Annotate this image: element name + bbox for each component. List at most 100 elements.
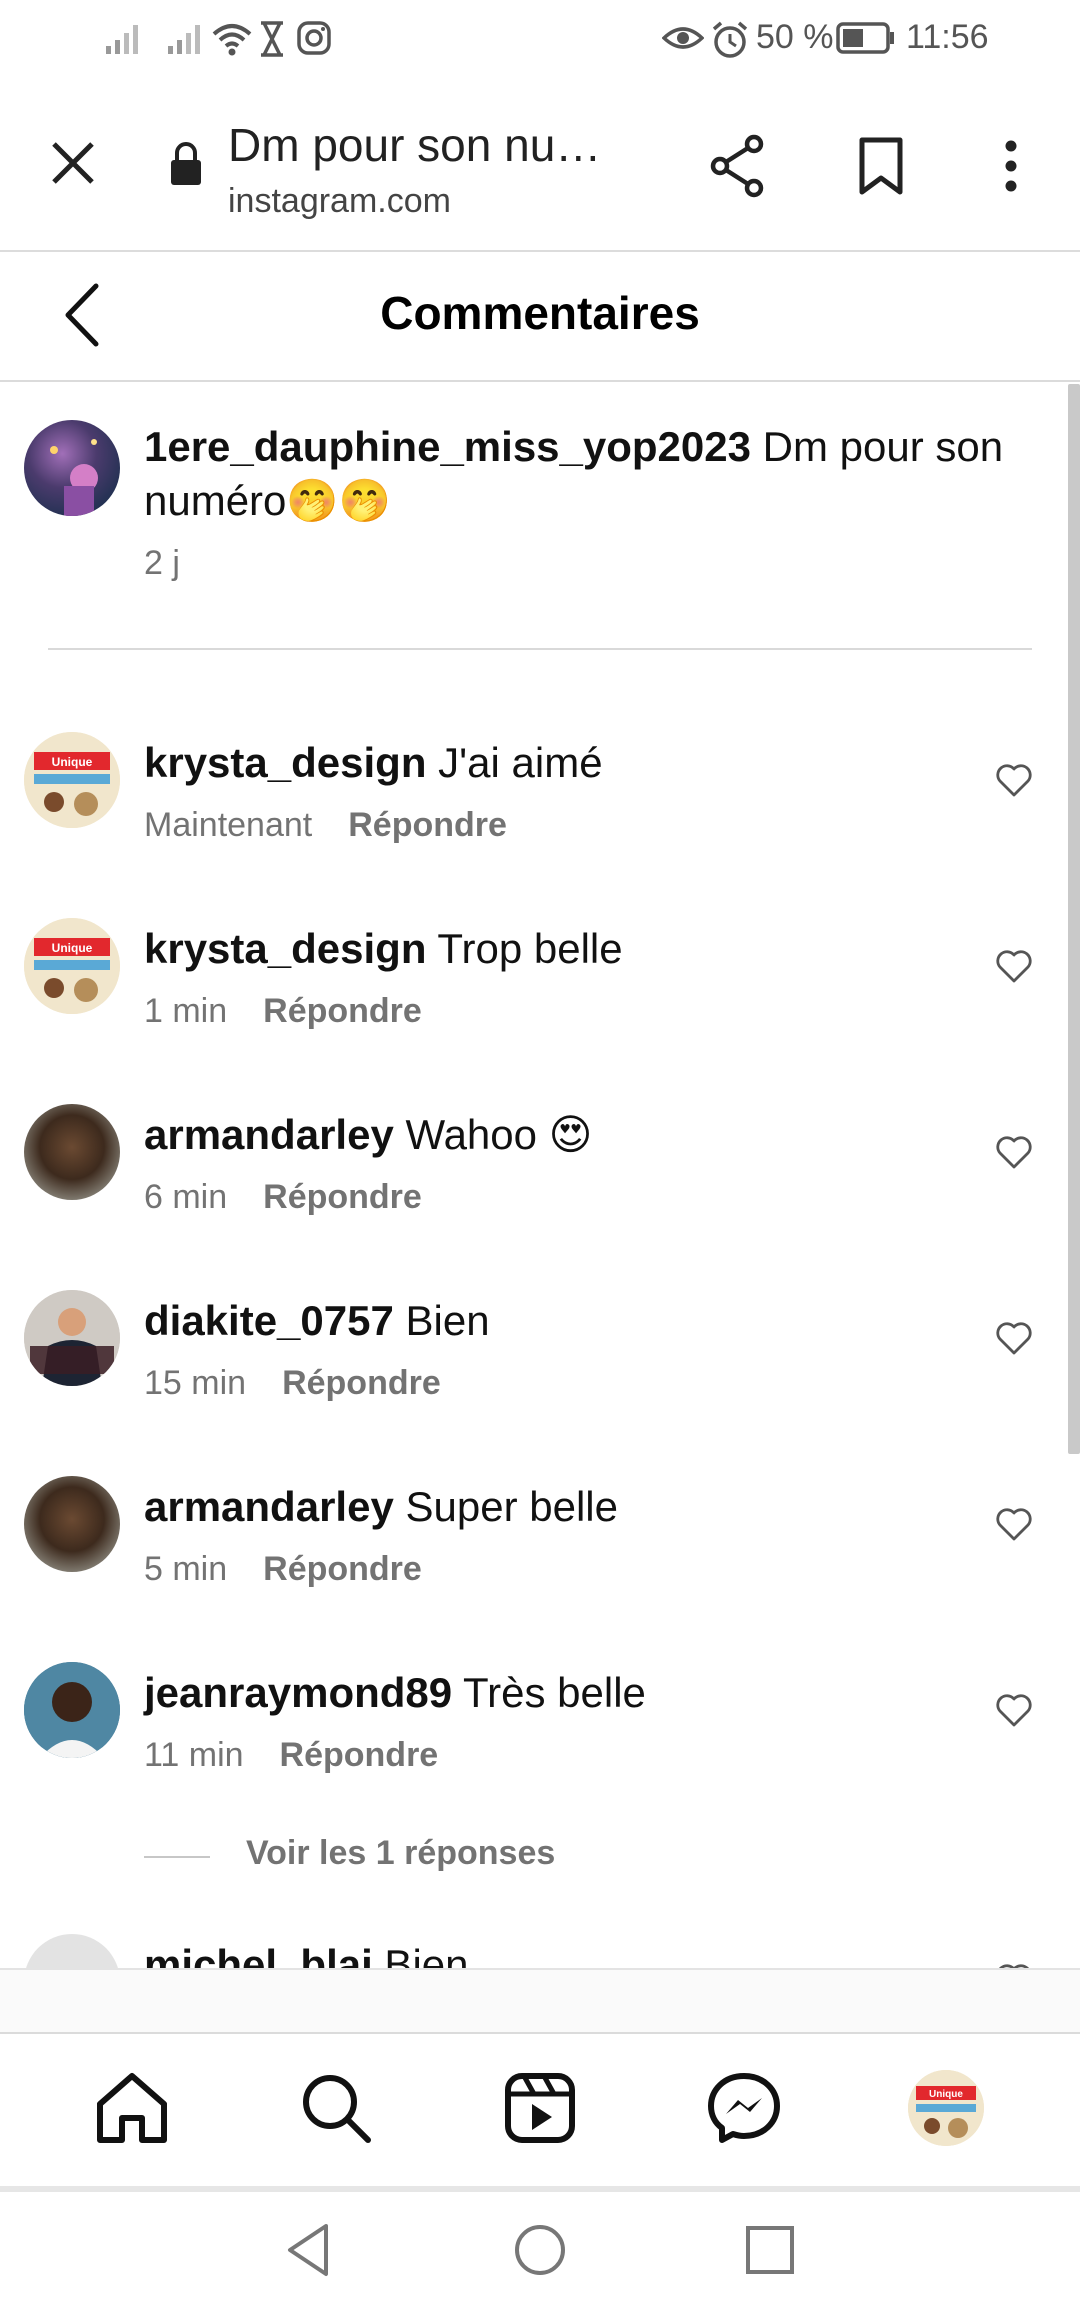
page-heading: Commentaires (380, 287, 700, 339)
signal-icon (106, 25, 138, 54)
reply-button[interactable]: Répondre (263, 1178, 422, 1216)
eye-icon (662, 27, 704, 49)
comment-row: Unique krysta_design Trop belle 1 min Rép… (0, 906, 1060, 1056)
comment-input-area (0, 1968, 1080, 2034)
comment-text: krysta_design Trop belle (144, 922, 944, 976)
comment-body: Bien (372, 1941, 469, 1968)
avatar[interactable] (24, 1476, 120, 1572)
comment-row: armandarley Wahoo 😍 6 min Répondre (0, 1092, 1060, 1242)
comment-text: armandarley Wahoo 😍 (144, 1108, 944, 1162)
comment-timestamp: Maintenant (144, 806, 313, 844)
system-navigation-bar (0, 2186, 1080, 2318)
username-link[interactable]: diakite_0757 (144, 1297, 394, 1344)
avatar[interactable] (24, 1290, 120, 1386)
home-icon[interactable] (92, 2068, 172, 2148)
avatar-badge: Unique (52, 941, 93, 955)
comment-body: Super belle (393, 1483, 618, 1530)
avatar[interactable] (24, 1662, 120, 1758)
username-link[interactable]: armandarley (144, 1111, 394, 1158)
browser-toolbar: Dm pour son nu… instagram.com (0, 82, 1080, 252)
comment-body: Trop belle (426, 925, 623, 972)
more-icon[interactable] (1000, 138, 1022, 194)
view-replies-label: Voir les 1 réponses (246, 1834, 556, 1872)
comment-body: Très belle (452, 1669, 646, 1716)
avatar[interactable]: Unique (24, 732, 120, 828)
heart-icon[interactable] (994, 1690, 1034, 1730)
comment-meta: 5 min Répondre (144, 1550, 422, 1589)
close-icon[interactable] (50, 140, 96, 186)
comment-row: jeanraymond89 Très belle 11 min Répondre (0, 1650, 1060, 1800)
reply-button[interactable]: Répondre (263, 1550, 422, 1588)
username-link[interactable]: jeanraymond89 (144, 1669, 452, 1716)
bottom-nav: Unique (0, 2032, 1080, 2184)
comment-body: Bien (393, 1297, 490, 1344)
comment-timestamp: 15 min (144, 1364, 247, 1402)
avatar-badge: Unique (929, 2089, 963, 2100)
heart-icon[interactable] (994, 1318, 1034, 1358)
username-link[interactable]: michel_blai (144, 1941, 373, 1968)
username-link[interactable]: krysta_design (144, 925, 426, 972)
heart-icon[interactable] (994, 760, 1034, 800)
view-replies-button[interactable]: Voir les 1 réponses (144, 1832, 744, 1882)
signal-icon (168, 25, 200, 54)
username-link[interactable]: krysta_design (144, 739, 426, 786)
comment-timestamp: 11 min (144, 1736, 244, 1774)
comment-text: diakite_0757 Bien (144, 1294, 944, 1348)
divider (144, 1856, 210, 1858)
avatar[interactable]: Unique (24, 918, 120, 1014)
recent-apps-icon[interactable] (744, 2224, 796, 2276)
comment-text: armandarley Super belle (144, 1480, 944, 1534)
messenger-icon[interactable] (704, 2068, 784, 2148)
heart-icon[interactable] (994, 1504, 1034, 1544)
reply-button[interactable]: Répondre (280, 1736, 439, 1774)
comment-meta: 6 min Répondre (144, 1178, 422, 1217)
comment-text: jeanraymond89 Très belle (144, 1666, 944, 1720)
comments-header: Commentaires (0, 252, 1080, 382)
profile-avatar[interactable]: Unique (908, 2070, 984, 2146)
reply-button[interactable]: Répondre (282, 1364, 441, 1402)
reply-button[interactable]: Répondre (348, 806, 507, 844)
username-link[interactable]: armandarley (144, 1483, 394, 1530)
comment-text: krysta_design J'ai aimé (144, 736, 944, 790)
bookmark-icon[interactable] (858, 136, 904, 196)
username-link[interactable]: 1ere_dauphine_miss_yop2023 (144, 423, 751, 470)
reply-button[interactable]: Répondre (263, 992, 422, 1030)
comment-body: Wahoo 😍 (393, 1111, 593, 1158)
instagram-icon (297, 21, 331, 55)
avatar[interactable] (24, 1104, 120, 1200)
comment-row: Unique krysta_design J'ai aimé Maintenan… (0, 720, 1060, 870)
divider (48, 648, 1032, 650)
home-circle-icon[interactable] (512, 2222, 568, 2278)
avatar[interactable] (24, 1934, 120, 1968)
avatar[interactable] (24, 420, 120, 516)
comment-timestamp: 6 min (144, 1178, 228, 1216)
hourglass-icon (261, 21, 283, 57)
reels-icon[interactable] (500, 2068, 580, 2148)
comment-row: diakite_0757 Bien 15 min Répondre (0, 1278, 1060, 1428)
back-triangle-icon[interactable] (284, 2222, 332, 2278)
share-icon[interactable] (708, 134, 768, 198)
wifi-icon (212, 24, 252, 56)
comment-timestamp: 2 j (144, 544, 180, 582)
comment-meta: Maintenant Répondre (144, 806, 507, 845)
heart-icon[interactable] (994, 1132, 1034, 1172)
status-bar: 50 % 11:56 (0, 0, 1080, 82)
battery-icon (836, 22, 894, 54)
comment-row: armandarley Super belle 5 min Répondre (0, 1464, 1060, 1614)
comment-text: michel_blai Bien (144, 1938, 944, 1968)
page-url[interactable]: instagram.com (228, 182, 451, 221)
page-title[interactable]: Dm pour son nu… (228, 118, 648, 172)
scrollbar[interactable] (1068, 384, 1080, 1454)
comment-meta: 15 min Répondre (144, 1364, 441, 1403)
comment-body: J'ai aimé (426, 739, 603, 786)
heart-icon[interactable] (994, 946, 1034, 986)
post-caption: 1ere_dauphine_miss_yop2023 Dm pour son n… (0, 382, 1060, 652)
caption-text: 1ere_dauphine_miss_yop2023 Dm pour son n… (144, 420, 1024, 528)
avatar-badge: Unique (52, 755, 93, 769)
comment-meta: 1 min Répondre (144, 992, 422, 1031)
comment-timestamp: 1 min (144, 992, 228, 1030)
search-icon[interactable] (296, 2068, 376, 2148)
heart-icon[interactable] (994, 1960, 1034, 1968)
comment-meta: 11 min Répondre (144, 1736, 438, 1775)
lock-icon (171, 142, 201, 185)
